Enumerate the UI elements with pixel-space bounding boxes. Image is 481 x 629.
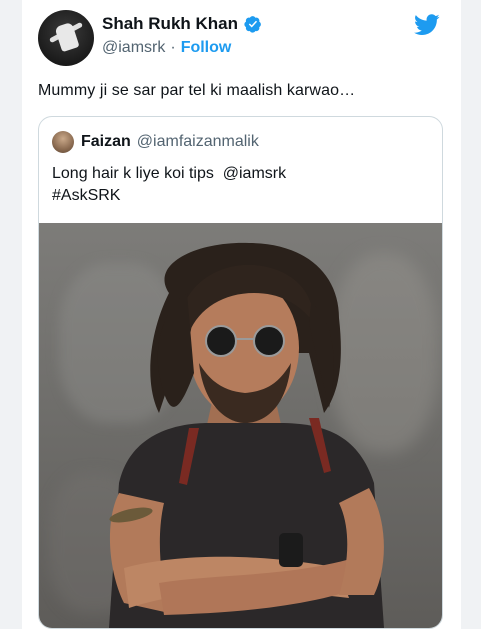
left-gutter xyxy=(0,0,22,629)
quoted-display-name[interactable]: Faizan xyxy=(81,133,131,151)
author-avatar[interactable] xyxy=(38,10,94,66)
quoted-tweet[interactable]: Faizan @iamfaizanmalik Long hair k liye … xyxy=(38,116,443,629)
author-block: Shah Rukh Khan @iamsrk · Follow xyxy=(102,14,262,57)
handle-separator: · xyxy=(170,39,176,56)
right-gutter xyxy=(461,0,481,629)
quoted-author-avatar[interactable] xyxy=(52,131,74,153)
quoted-text-line-2[interactable]: #AskSRK xyxy=(52,185,286,207)
quoted-handle[interactable]: @iamfaizanmalik xyxy=(137,133,259,151)
author-display-name[interactable]: Shah Rukh Khan xyxy=(102,14,238,34)
follow-button[interactable]: Follow xyxy=(181,39,232,57)
portrait-illustration xyxy=(109,242,384,628)
tweet-text: Mummy ji se sar par tel ki maalish karwa… xyxy=(38,82,356,99)
quoted-text-line-1: Long hair k liye koi tips @iamsrk xyxy=(52,165,287,182)
author-handle[interactable]: @iamsrk xyxy=(102,39,165,57)
quoted-text: Long hair k liye koi tips @iamsrk #AskSR… xyxy=(52,163,286,207)
tweet-card: Shah Rukh Khan @iamsrk · Follow Mummy ji… xyxy=(22,0,461,629)
quoted-author-block: Faizan @iamfaizanmalik xyxy=(81,133,259,151)
twitter-bird-icon[interactable] xyxy=(414,14,440,36)
quoted-media-photo[interactable] xyxy=(39,223,442,628)
verified-badge-icon xyxy=(244,16,261,33)
